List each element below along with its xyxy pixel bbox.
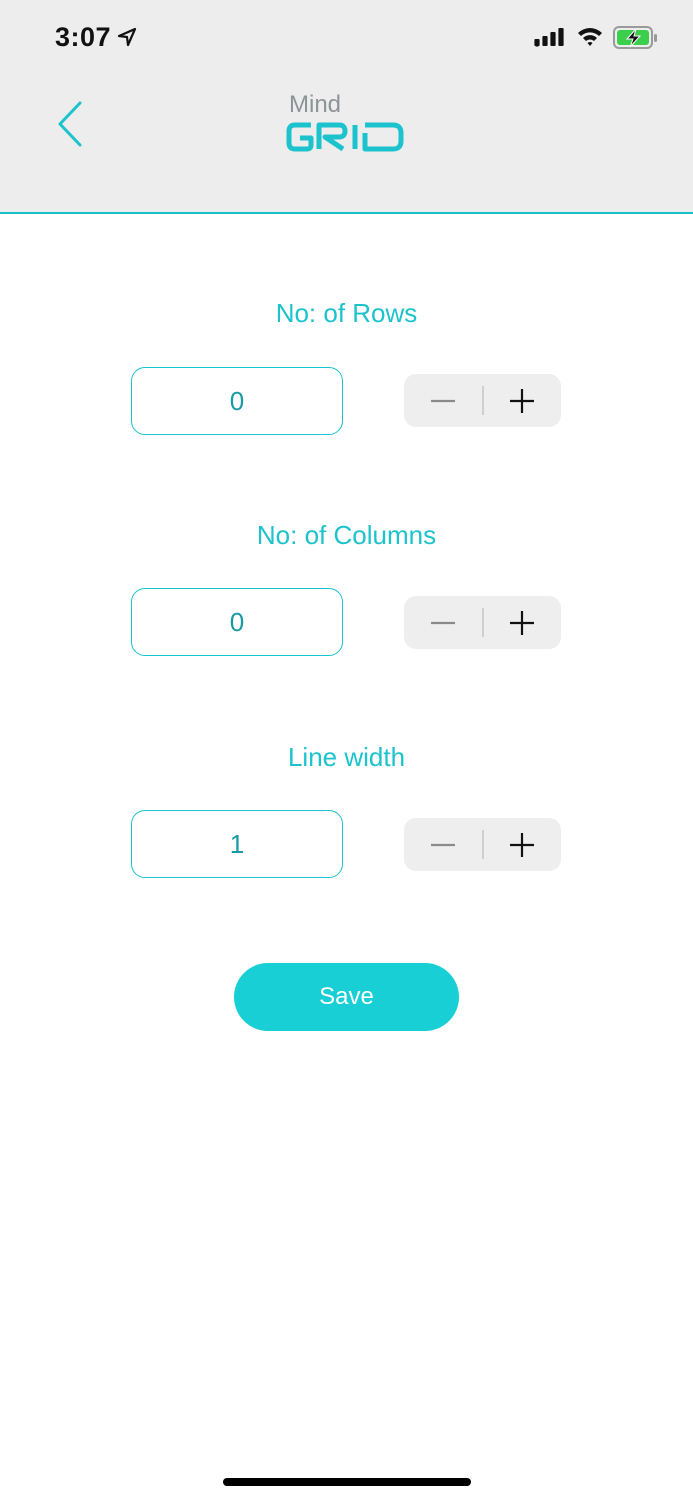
app-logo: Mind	[285, 91, 410, 161]
columns-value-field[interactable]: 0	[131, 588, 343, 656]
columns-increment-button[interactable]	[483, 596, 561, 649]
columns-stepper	[404, 596, 561, 649]
rows-label: No: of Rows	[275, 298, 418, 328]
location-arrow-icon	[117, 27, 137, 47]
line-width-stepper	[404, 818, 561, 871]
line-width-increment-button[interactable]	[483, 818, 561, 871]
columns-decrement-button[interactable]	[404, 596, 482, 649]
header: Mind	[0, 75, 693, 214]
back-button[interactable]	[50, 95, 100, 155]
plus-icon	[510, 833, 534, 857]
line-width-label: Line width	[287, 742, 406, 772]
save-button[interactable]: Save	[234, 963, 459, 1031]
logo-grid-wordmark	[286, 122, 404, 152]
rows-decrement-button[interactable]	[404, 374, 482, 427]
logo-mind-text: Mind	[289, 91, 342, 118]
rows-value-field[interactable]: 0	[131, 367, 343, 435]
line-width-value-field[interactable]: 1	[131, 810, 343, 878]
status-time: 3:07	[55, 22, 112, 52]
rows-stepper	[404, 374, 561, 427]
rows-increment-button[interactable]	[483, 374, 561, 427]
battery-charging-icon	[613, 26, 657, 49]
line-width-decrement-button[interactable]	[404, 818, 482, 871]
wifi-icon	[578, 28, 602, 46]
plus-icon	[510, 389, 534, 413]
minus-icon	[431, 399, 455, 403]
minus-icon	[431, 843, 455, 847]
plus-icon	[510, 611, 534, 635]
status-bar: 3:07	[0, 0, 693, 75]
chevron-left-icon	[58, 101, 82, 147]
columns-label: No: of Columns	[256, 520, 437, 550]
signal-icon	[534, 28, 564, 47]
minus-icon	[431, 621, 455, 625]
home-indicator[interactable]	[223, 1478, 471, 1486]
